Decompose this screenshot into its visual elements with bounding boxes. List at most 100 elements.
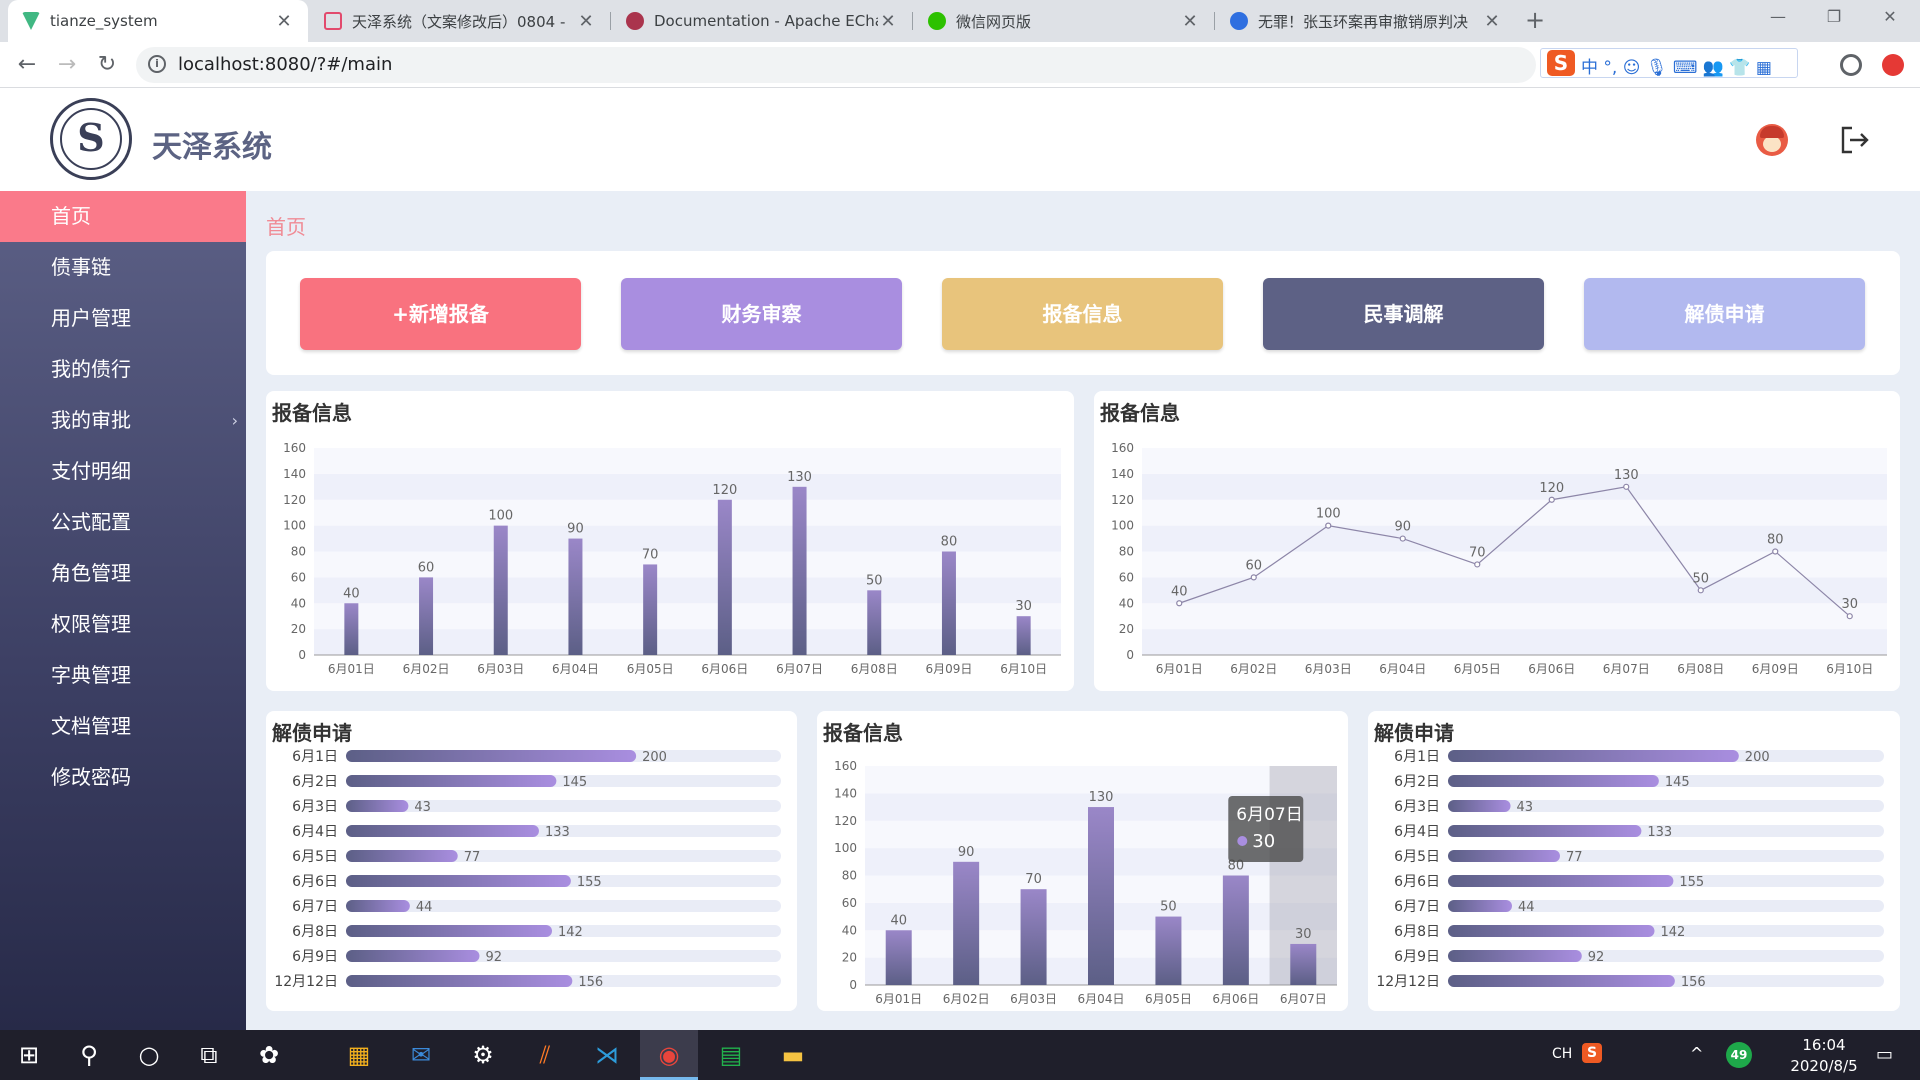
bar [792, 486, 807, 655]
x-tick-label: 6月04日 [1078, 992, 1125, 1006]
sidebar-item-role-management[interactable]: 角色管理 [0, 548, 246, 599]
bar [1020, 889, 1047, 985]
x-tick-label: 6月01日 [328, 662, 375, 676]
bar [1016, 616, 1031, 655]
mail-icon[interactable]: ✉ [392, 1030, 450, 1080]
sidebar-item-permission-management[interactable]: 权限管理 [0, 599, 246, 650]
bar-track [346, 800, 781, 812]
info-icon[interactable]: i [148, 55, 166, 73]
tab-baidu-news[interactable]: 无罪！张玉环案再审撤销原判决 ✕ [1216, 0, 1516, 42]
vertical-bar-chart: 0 20 40 60 80 100 120 140 160 6月01日 6月02日 6月03日 6月04… [283, 441, 1061, 676]
bar [346, 850, 458, 862]
search-icon[interactable]: ⚲ [60, 1030, 118, 1080]
bar-track [1448, 800, 1884, 812]
sublime-icon[interactable]: ⫽ [516, 1030, 574, 1080]
notepad-icon[interactable]: ▤ [702, 1030, 760, 1080]
cortana-icon[interactable]: ○ [120, 1030, 178, 1080]
debt-resolution-button[interactable]: 解债申请 [1584, 278, 1865, 350]
tab-document[interactable]: 天泽系统（文案修改后）0804 - ✕ [310, 0, 610, 42]
chevron-up-icon[interactable]: ^ [1690, 1044, 1703, 1063]
back-button[interactable]: ← [10, 48, 44, 82]
chart-card-report-line: 报备信息 0 20 40 60 80 100 120 140 160 6月01日 6月02日 6月03… [1094, 391, 1900, 691]
update-icon[interactable] [1882, 54, 1904, 76]
close-tab-icon[interactable]: ✕ [274, 11, 294, 32]
sidebar-item-my-approvals[interactable]: 我的审批 › [0, 395, 246, 446]
sidebar-item-user-management[interactable]: 用户管理 [0, 293, 246, 344]
close-tab-icon[interactable]: ✕ [878, 11, 898, 32]
tab-tianze-system[interactable]: tianze_system ✕ [8, 0, 308, 42]
reload-button[interactable]: ↻ [90, 48, 124, 82]
app-icon[interactable]: ✿ [240, 1030, 298, 1080]
language-indicator[interactable]: CH [1552, 1046, 1572, 1062]
data-point [1548, 496, 1555, 503]
tab-title: Documentation - Apache ECha [654, 12, 878, 30]
windows-taskbar: ⊞ ⚲ ○ ⧉ ✿ ▦ ✉ ⚙ ⫽ ⋊ ◉ ▤ ▬ CH S ^ 49 16:0… [0, 1030, 1920, 1080]
y-tick-label: 20 [1119, 622, 1134, 636]
breadcrumb[interactable]: 首页 [266, 211, 306, 240]
bar [419, 577, 434, 655]
logout-icon[interactable] [1838, 124, 1870, 156]
clock-date[interactable]: 2020/8/5 [1770, 1057, 1878, 1075]
data-point [1325, 522, 1332, 529]
bar [1448, 925, 1655, 937]
avatar-hat [1760, 126, 1784, 138]
close-tab-icon[interactable]: ✕ [576, 11, 596, 32]
sogou-tray-icon[interactable]: S [1582, 1043, 1602, 1063]
bar [346, 925, 553, 937]
forward-button[interactable]: → [50, 48, 84, 82]
security-badge-icon[interactable]: 49 [1726, 1042, 1752, 1068]
vscode-icon[interactable]: ⋊ [578, 1030, 636, 1080]
notification-icon[interactable]: ▭ [1876, 1044, 1893, 1065]
x-tick-label: 6月07日 [1280, 992, 1327, 1006]
sidebar-item-my-debts[interactable]: 我的债行 [0, 344, 246, 395]
x-tick-label: 6月05日 [627, 662, 674, 676]
ime-toolbar[interactable]: S 中 °, ☺ 🎙 ⌨ 👥 👕 ▦ [1540, 48, 1798, 78]
close-tab-icon[interactable]: ✕ [1180, 11, 1200, 32]
sidebar-item-formula-config[interactable]: 公式配置 [0, 497, 246, 548]
data-point [1176, 600, 1183, 607]
chart-card-debt-hbar-right: 解债申请 6月1日 200 6月2日 145 6月3日 43 6月4日 133 6月5日 77 6月… [1368, 711, 1900, 1011]
sidebar-item-label: 我的债行 [51, 357, 131, 381]
y-tick-label: 40 [291, 596, 306, 610]
address-bar[interactable]: i localhost:8080/?#/main [136, 47, 1536, 83]
sidebar-item-debt-chain[interactable]: 债事链 [0, 242, 246, 293]
wechat-favicon-icon [928, 12, 946, 30]
close-tab-icon[interactable]: ✕ [1482, 11, 1502, 32]
clock-time[interactable]: 16:04 [1784, 1036, 1864, 1054]
sidebar-item-change-password[interactable]: 修改密码 [0, 752, 246, 803]
app-name: 天泽系统 [152, 130, 272, 165]
sidebar-item-home[interactable]: 首页 [0, 191, 246, 242]
data-label: 77 [1566, 850, 1583, 865]
store-icon[interactable]: ▦ [330, 1030, 388, 1080]
tab-wechat[interactable]: 微信网页版 ✕ [914, 0, 1214, 42]
add-report-button[interactable]: +新增报备 [300, 278, 581, 350]
task-view-icon[interactable]: ⧉ [180, 1030, 238, 1080]
chrome-icon[interactable]: ◉ [640, 1030, 698, 1080]
avatar[interactable] [1756, 124, 1788, 156]
category-label: 6月9日 [1394, 949, 1440, 965]
data-label: 133 [1647, 825, 1672, 840]
x-tick-label: 6月03日 [1305, 662, 1352, 676]
report-info-button[interactable]: 报备信息 [942, 278, 1223, 350]
y-tick-label: 0 [849, 978, 857, 992]
category-label: 6月3日 [1394, 799, 1440, 815]
y-tick-label: 0 [298, 648, 306, 662]
minimize-button[interactable]: — [1750, 0, 1806, 36]
new-tab-button[interactable]: + [1520, 6, 1550, 36]
bar [346, 875, 571, 887]
maximize-button[interactable]: ❐ [1806, 0, 1862, 36]
financial-review-button[interactable]: 财务审察 [621, 278, 902, 350]
explorer-icon[interactable]: ▬ [764, 1030, 822, 1080]
bar [1290, 943, 1317, 985]
category-label: 6月8日 [292, 924, 338, 940]
sidebar-item-dictionary-management[interactable]: 字典管理 [0, 650, 246, 701]
start-icon[interactable]: ⊞ [0, 1030, 58, 1080]
close-window-button[interactable]: ✕ [1862, 0, 1918, 36]
settings-icon[interactable]: ⚙ [454, 1030, 512, 1080]
sidebar-item-payment-details[interactable]: 支付明细 [0, 446, 246, 497]
sidebar-item-document-management[interactable]: 文档管理 [0, 701, 246, 752]
sidebar-item-label: 角色管理 [51, 561, 131, 585]
profile-icon[interactable] [1840, 54, 1862, 76]
civil-mediation-button[interactable]: 民事调解 [1263, 278, 1544, 350]
tab-echarts-docs[interactable]: Documentation - Apache ECha ✕ [612, 0, 912, 42]
